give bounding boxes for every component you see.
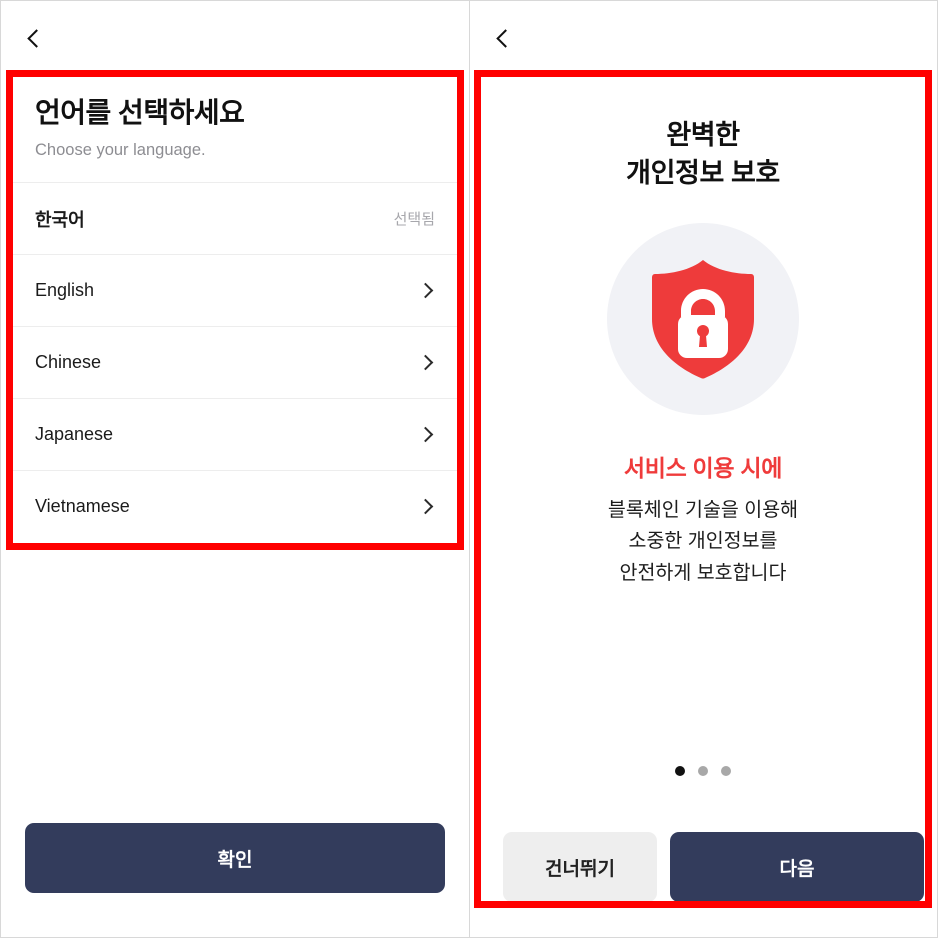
chevron-right-icon	[417, 426, 434, 443]
onboarding-body-line-3: 안전하게 보호합니다	[619, 561, 787, 584]
onboarding-actions: 건너뛰기 다음	[503, 832, 924, 902]
language-option-chinese[interactable]: Chinese	[13, 326, 457, 398]
chevron-right-icon	[417, 354, 434, 371]
onboarding-body-line-2: 소중한 개인정보를	[628, 530, 778, 553]
chevron-right-icon	[417, 282, 434, 299]
pagination-dot-1[interactable]	[675, 766, 685, 776]
onboarding-highlight-text: 서비스 이용 시에	[623, 454, 783, 481]
shield-lock-illustration	[607, 222, 799, 415]
language-option-korean[interactable]: 한국어 선택됨	[13, 182, 457, 254]
language-label: English	[35, 280, 95, 300]
language-option-japanese[interactable]: Japanese	[13, 398, 457, 470]
right-navbar	[470, 1, 937, 71]
language-label: Japanese	[35, 424, 114, 444]
confirm-button[interactable]: 확인	[25, 823, 445, 893]
language-card: 언어를 선택하세요 Choose your language. 한국어 선택됨 …	[13, 77, 457, 542]
shield-lock-icon	[652, 259, 754, 379]
selected-status-label: 선택됨	[393, 211, 435, 228]
language-option-english[interactable]: English	[13, 254, 457, 326]
language-label: Chinese	[35, 352, 102, 372]
back-button[interactable]	[19, 21, 53, 55]
pagination-dot-3[interactable]	[721, 766, 731, 776]
next-button[interactable]: 다음	[670, 832, 924, 902]
back-button[interactable]	[488, 21, 522, 55]
chevron-left-icon	[26, 28, 46, 48]
onboarding-body-text: 블록체인 기술을 이용해 소중한 개인정보를 안전하게 보호합니다	[482, 495, 924, 590]
pagination-dot-2[interactable]	[698, 766, 708, 776]
left-navbar	[1, 1, 469, 71]
chevron-left-icon	[495, 28, 515, 48]
language-card-header: 언어를 선택하세요 Choose your language.	[13, 77, 457, 182]
onboarding-title-line-1: 완벽한	[666, 120, 740, 150]
language-option-vietnamese[interactable]: Vietnamese	[13, 470, 457, 542]
language-row-trailing: 선택됨	[394, 208, 435, 229]
onboarding-title-line-2: 개인정보 보호	[626, 158, 780, 189]
onboarding-title: 완벽한 개인정보 보호	[482, 116, 924, 193]
onboarding-content: 완벽한 개인정보 보호 서비스 이용 시에 블록체인 기술을 이용해 소중한 개…	[482, 78, 924, 902]
pagination-dots	[482, 766, 924, 776]
page-title: 언어를 선택하세요	[35, 97, 245, 128]
language-selection-screen: 언어를 선택하세요 Choose your language. 한국어 선택됨 …	[1, 1, 469, 937]
language-row-trailing	[417, 498, 435, 515]
screenshot-root: 언어를 선택하세요 Choose your language. 한국어 선택됨 …	[0, 0, 938, 938]
language-label: 한국어	[35, 209, 85, 230]
language-row-trailing	[417, 282, 435, 299]
chevron-right-icon	[417, 498, 434, 515]
language-row-trailing	[417, 354, 435, 371]
language-row-trailing	[417, 426, 435, 443]
page-subtitle: Choose your language.	[35, 141, 206, 159]
language-label: Vietnamese	[35, 496, 130, 516]
onboarding-body-line-1: 블록체인 기술을 이용해	[607, 498, 799, 521]
skip-button[interactable]: 건너뛰기	[503, 832, 657, 902]
